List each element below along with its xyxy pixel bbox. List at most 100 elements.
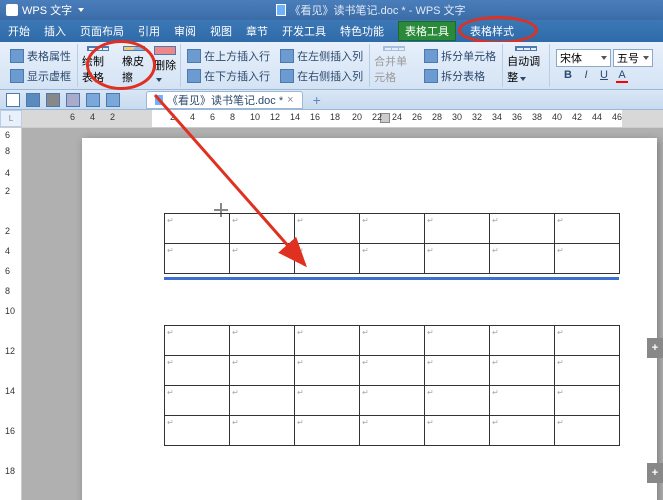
ruler-number: 14 bbox=[5, 386, 15, 396]
ruler-number: 26 bbox=[412, 112, 422, 122]
app-menu[interactable]: WPS 文字 bbox=[6, 2, 84, 18]
delete-icon bbox=[154, 46, 176, 55]
table-selection-line bbox=[164, 277, 619, 280]
insert-col-right-button[interactable]: 在右侧插入列 bbox=[280, 68, 363, 84]
vertical-ruler[interactable]: 684224681012141618 bbox=[0, 128, 22, 500]
new-tab-button[interactable]: + bbox=[313, 92, 321, 108]
ruler-number: 44 bbox=[592, 112, 602, 122]
menu-dev[interactable]: 开发工具 bbox=[282, 23, 326, 39]
document-tab[interactable]: 《看见》读书笔记.doc * × bbox=[146, 91, 303, 109]
menu-table-style[interactable]: 表格样式 bbox=[470, 23, 514, 39]
ruler-number: 20 bbox=[352, 112, 362, 122]
menu-feature[interactable]: 特色功能 bbox=[340, 23, 384, 39]
quick-access-toolbar: 《看见》读书笔记.doc * × + bbox=[0, 90, 663, 110]
ruler-number: 24 bbox=[392, 112, 402, 122]
ruler-number: 18 bbox=[330, 112, 340, 122]
ruler-number: 6 bbox=[70, 112, 75, 122]
qat-undo-icon[interactable] bbox=[86, 93, 100, 107]
ruler-number: 12 bbox=[5, 346, 15, 356]
ruler-number: 4 bbox=[5, 168, 10, 178]
ruler-number: 14 bbox=[290, 112, 300, 122]
ruler-number: 6 bbox=[5, 130, 10, 140]
gridlines-icon bbox=[10, 69, 24, 83]
horizontal-ruler[interactable]: 6422468101214161820222426283032343638404… bbox=[22, 110, 663, 127]
qat-print-icon[interactable] bbox=[46, 93, 60, 107]
app-name: WPS 文字 bbox=[22, 2, 72, 18]
ruler-number: 10 bbox=[250, 112, 260, 122]
font-color-button[interactable]: A bbox=[616, 69, 628, 83]
ruler-number: 2 bbox=[170, 112, 175, 122]
font-size-select[interactable]: 五号 bbox=[613, 49, 653, 67]
bold-button[interactable]: B bbox=[562, 69, 574, 83]
chevron-down-icon bbox=[643, 56, 649, 60]
font-name-select[interactable]: 宋体 bbox=[556, 49, 611, 67]
menu-layout[interactable]: 页面布局 bbox=[80, 23, 124, 39]
chevron-down-icon bbox=[601, 56, 607, 60]
delete-button[interactable]: 删除 bbox=[150, 44, 181, 87]
document-icon bbox=[155, 95, 163, 105]
menu-insert[interactable]: 插入 bbox=[44, 23, 66, 39]
close-tab-icon[interactable]: × bbox=[287, 94, 293, 106]
merge-icon bbox=[383, 46, 405, 51]
merge-cells-button[interactable]: 合并单元格 bbox=[370, 44, 418, 87]
ruler-number: 18 bbox=[5, 466, 15, 476]
autofit-icon bbox=[515, 46, 537, 51]
menu-chapter[interactable]: 章节 bbox=[246, 23, 268, 39]
ruler-number: 34 bbox=[492, 112, 502, 122]
qat-save-icon[interactable] bbox=[26, 93, 40, 107]
font-group: 宋体 五号 B I U A bbox=[550, 49, 659, 83]
table-props-button[interactable]: 表格属性 bbox=[10, 48, 71, 64]
ribbon-group-insert: 在上方插入行 在左侧插入列 在下方插入行 在右侧插入列 bbox=[181, 44, 370, 87]
ruler-number: 6 bbox=[5, 266, 10, 276]
ruler-number: 2 bbox=[110, 112, 115, 122]
qat-new-icon[interactable] bbox=[6, 93, 20, 107]
workspace: 684224681012141618 ↵↵↵↵↵↵↵ ↵↵↵↵↵↵↵ ↵↵↵↵↵… bbox=[0, 128, 663, 500]
ruler-number: 32 bbox=[472, 112, 482, 122]
menu-table-tools[interactable]: 表格工具 bbox=[398, 21, 456, 41]
add-row-button[interactable]: + bbox=[647, 338, 663, 358]
qat-preview-icon[interactable] bbox=[66, 93, 80, 107]
document-title: 《看见》读书笔记.doc * - WPS 文字 bbox=[84, 2, 657, 18]
app-icon bbox=[6, 4, 18, 16]
insert-row-below-button[interactable]: 在下方插入行 bbox=[187, 68, 270, 84]
show-gridlines-button[interactable]: 显示虚框 bbox=[10, 68, 71, 84]
ruler-number: 38 bbox=[532, 112, 542, 122]
menu-ref[interactable]: 引用 bbox=[138, 23, 160, 39]
ruler-number: 8 bbox=[5, 146, 10, 156]
ribbon-group-split: 拆分单元格 拆分表格 bbox=[418, 44, 503, 87]
document-canvas[interactable]: ↵↵↵↵↵↵↵ ↵↵↵↵↵↵↵ ↵↵↵↵↵↵↵ ↵↵↵↵↵↵↵ ↵↵↵↵↵↵↵ … bbox=[22, 128, 663, 500]
italic-button[interactable]: I bbox=[580, 69, 592, 83]
insert-col-left-button[interactable]: 在左侧插入列 bbox=[280, 48, 363, 64]
ruler-number: 16 bbox=[5, 426, 15, 436]
document-icon bbox=[276, 4, 286, 16]
eraser-button[interactable]: 橡皮擦 bbox=[118, 44, 150, 87]
qat-redo-icon[interactable] bbox=[106, 93, 120, 107]
ruler-number: 2 bbox=[5, 186, 10, 196]
chevron-down-icon bbox=[520, 77, 526, 81]
menu-bar: 开始 插入 页面布局 引用 审阅 视图 章节 开发工具 特色功能 表格工具 表格… bbox=[0, 20, 663, 42]
menu-view[interactable]: 视图 bbox=[210, 23, 232, 39]
ruler-number: 46 bbox=[612, 112, 622, 122]
chevron-down-icon bbox=[156, 78, 162, 82]
insert-row-above-button[interactable]: 在上方插入行 bbox=[187, 48, 270, 64]
props-icon bbox=[10, 49, 24, 63]
autofit-button[interactable]: 自动调整 bbox=[503, 44, 550, 87]
ruler-number: 36 bbox=[512, 112, 522, 122]
row-below-icon bbox=[187, 69, 201, 83]
ruler-number: 40 bbox=[552, 112, 562, 122]
document-table[interactable]: ↵↵↵↵↵↵↵ ↵↵↵↵↵↵↵ ↵↵↵↵↵↵↵ ↵↵↵↵↵↵↵ ↵↵↵↵↵↵↵ … bbox=[164, 213, 620, 446]
split-table-button[interactable]: 拆分表格 bbox=[424, 68, 496, 84]
ruler-number: 10 bbox=[5, 306, 15, 316]
split-cells-button[interactable]: 拆分单元格 bbox=[424, 48, 496, 64]
menu-review[interactable]: 审阅 bbox=[174, 23, 196, 39]
ruler-number: 8 bbox=[230, 112, 235, 122]
menu-start[interactable]: 开始 bbox=[8, 23, 30, 39]
ruler-number: 12 bbox=[270, 112, 280, 122]
page: ↵↵↵↵↵↵↵ ↵↵↵↵↵↵↵ ↵↵↵↵↵↵↵ ↵↵↵↵↵↵↵ ↵↵↵↵↵↵↵ … bbox=[82, 138, 657, 500]
underline-button[interactable]: U bbox=[598, 69, 610, 83]
ribbon: 表格属性 显示虚框 绘制表格 橡皮擦 删除 在上方插入行 在左侧插入列 在下方插… bbox=[0, 42, 663, 90]
draw-table-button[interactable]: 绘制表格 bbox=[78, 44, 118, 87]
draw-table-icon bbox=[87, 46, 109, 51]
add-row-button[interactable]: + bbox=[647, 463, 663, 483]
ruler-number: 4 bbox=[190, 112, 195, 122]
